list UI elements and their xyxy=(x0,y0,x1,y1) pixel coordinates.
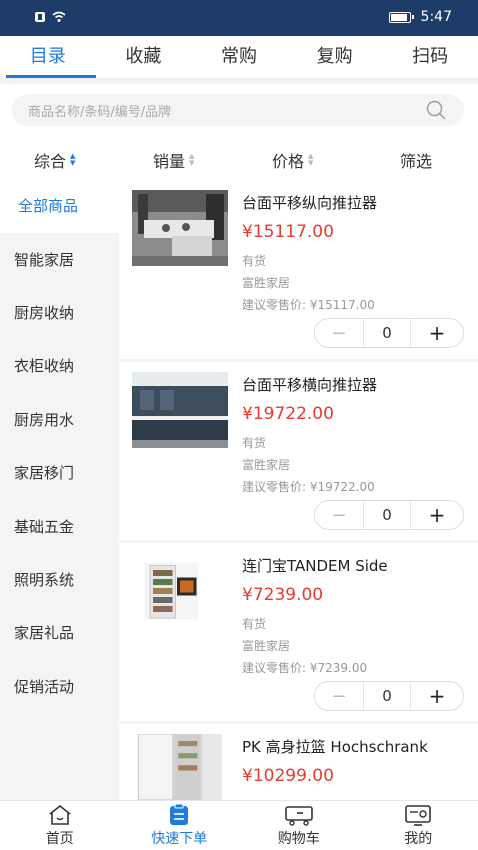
quantity-stepper: − 0 + xyxy=(314,681,464,711)
product-brand: 富胜家居 xyxy=(242,458,291,472)
tab-scan[interactable]: 扫码 xyxy=(382,36,478,78)
quantity-stepper: − 0 + xyxy=(314,318,464,348)
product-image[interactable] xyxy=(132,734,228,800)
increase-button[interactable]: + xyxy=(411,321,463,345)
nav-profile[interactable]: 我的 xyxy=(359,801,478,850)
sidebar-item-wardrobe-storage[interactable]: 衣柜收纳 xyxy=(0,340,119,393)
product-card[interactable]: 台面平移纵向推拉器 ¥15117.00 有货 富胜家居 建议零售价: ¥1511… xyxy=(119,180,478,362)
search-input[interactable]: 商品名称/条码/编号/品牌 xyxy=(28,101,171,120)
nav-quick-order[interactable]: 快速下单 xyxy=(120,801,240,850)
product-retail-price: 建议零售价: ¥19722.00 xyxy=(242,480,375,494)
top-tabs: 目录 收藏 常购 复购 扫码 xyxy=(0,36,478,78)
sidebar-item-promotions[interactable]: 促销活动 xyxy=(0,661,119,714)
sidebar-item-hardware[interactable]: 基础五金 xyxy=(0,501,119,554)
decrease-button[interactable]: − xyxy=(315,323,363,344)
sidebar-item-kitchen-storage[interactable]: 厨房收纳 xyxy=(0,287,119,340)
sort-sales[interactable]: 销量 ▲ ▼ xyxy=(153,148,194,172)
product-image[interactable] xyxy=(132,372,228,448)
product-image[interactable] xyxy=(144,553,216,629)
increase-button[interactable]: + xyxy=(411,503,463,527)
status-time: 5:47 xyxy=(420,9,452,25)
sidebar-item-all[interactable]: 全部商品 xyxy=(0,180,119,233)
product-title[interactable]: 台面平移纵向推拉器 xyxy=(242,192,377,213)
sidebar-item-lighting[interactable]: 照明系统 xyxy=(0,554,119,607)
profile-icon xyxy=(405,805,432,826)
sort-comprehensive-label: 综合 xyxy=(34,152,67,171)
status-bar: 5:47 xyxy=(0,0,478,36)
divider xyxy=(0,78,478,84)
product-brand: 富胜家居 xyxy=(242,639,291,653)
product-price: ¥7239.00 xyxy=(242,585,324,605)
tab-repurchase[interactable]: 复购 xyxy=(287,36,383,78)
sort-price[interactable]: 价格 ▲ ▼ xyxy=(272,148,313,172)
decrease-button[interactable]: − xyxy=(315,505,363,526)
product-stock: 有货 xyxy=(242,617,267,631)
nav-home-label: 首页 xyxy=(45,831,74,847)
product-stock: 有货 xyxy=(242,254,267,268)
nav-home[interactable]: 首页 xyxy=(0,801,120,850)
sort-arrows-icon: ▲ ▼ xyxy=(308,152,314,167)
tab-frequent[interactable]: 常购 xyxy=(191,36,287,78)
tab-favorites[interactable]: 收藏 xyxy=(96,36,192,78)
quantity-input[interactable]: 0 xyxy=(363,682,411,710)
quantity-input[interactable]: 0 xyxy=(363,319,411,347)
notification-icon xyxy=(35,12,45,22)
product-price: ¥10299.00 xyxy=(242,766,334,786)
wifi-icon xyxy=(52,11,66,22)
nav-cart[interactable]: 购物车 xyxy=(239,801,359,850)
product-title[interactable]: 台面平移横向推拉器 xyxy=(242,374,377,395)
nav-cart-label: 购物车 xyxy=(277,831,320,847)
product-card[interactable]: 连门宝TANDEM Side ¥7239.00 有货 富胜家居 建议零售价: ¥… xyxy=(119,543,478,725)
bottom-nav: 首页 快速下单 购物车 我的 xyxy=(0,800,478,850)
sidebar-item-smart-home[interactable]: 智能家居 xyxy=(0,234,119,287)
product-price: ¥15117.00 xyxy=(242,222,334,242)
product-card[interactable]: 台面平移横向推拉器 ¥19722.00 有货 富胜家居 建议零售价: ¥1972… xyxy=(119,362,478,544)
search-bar[interactable]: 商品名称/条码/编号/品牌 xyxy=(12,94,464,126)
clipboard-icon xyxy=(170,804,189,825)
status-icons xyxy=(34,11,66,23)
product-title[interactable]: PK 高身拉篮 Hochschrank xyxy=(242,736,428,757)
cart-icon xyxy=(284,806,313,826)
product-title[interactable]: 连门宝TANDEM Side xyxy=(242,555,388,576)
category-sidebar: 全部商品 智能家居 厨房收纳 衣柜收纳 厨房用水 家居移门 基础五金 照明系统 … xyxy=(0,180,119,800)
product-stock: 有货 xyxy=(242,436,267,450)
increase-button[interactable]: + xyxy=(411,684,463,708)
product-retail-price: 建议零售价: ¥7239.00 xyxy=(242,661,368,675)
sort-arrows-icon: ▲ ▼ xyxy=(70,152,76,167)
filter-label: 筛选 xyxy=(400,152,433,171)
sidebar-item-sliding-doors[interactable]: 家居移门 xyxy=(0,447,119,500)
filter-button[interactable]: 筛选 xyxy=(400,148,432,172)
sort-price-label: 价格 xyxy=(272,152,305,171)
nav-profile-label: 我的 xyxy=(404,831,433,847)
battery-icon xyxy=(388,11,414,23)
search-icon[interactable] xyxy=(426,100,446,120)
sidebar-item-gifts[interactable]: 家居礼品 xyxy=(0,607,119,660)
decrease-button[interactable]: − xyxy=(315,686,363,707)
product-image[interactable] xyxy=(132,190,228,266)
quantity-input[interactable]: 0 xyxy=(363,501,411,529)
sort-sales-label: 销量 xyxy=(153,152,186,171)
sort-arrows-icon: ▲ ▼ xyxy=(189,152,195,167)
home-icon xyxy=(49,804,71,825)
sort-comprehensive[interactable]: 综合 ▲ ▼ xyxy=(34,148,75,172)
nav-quick-order-label: 快速下单 xyxy=(151,831,208,847)
product-card[interactable]: PK 高身拉篮 Hochschrank ¥10299.00 xyxy=(119,724,478,800)
product-retail-price: 建议零售价: ¥15117.00 xyxy=(242,298,375,312)
tab-catalog[interactable]: 目录 xyxy=(0,36,96,78)
sidebar-item-kitchen-water[interactable]: 厨房用水 xyxy=(0,394,119,447)
product-price: ¥19722.00 xyxy=(242,404,334,424)
product-brand: 富胜家居 xyxy=(242,276,291,290)
quantity-stepper: − 0 + xyxy=(314,500,464,530)
status-right: 5:47 xyxy=(388,9,452,25)
